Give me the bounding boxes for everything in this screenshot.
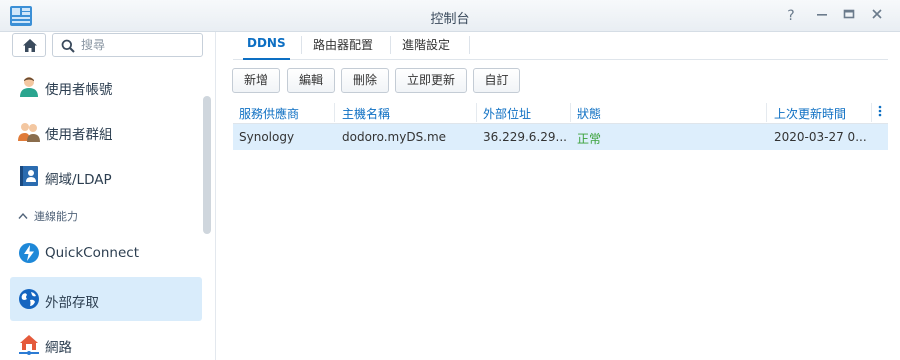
sidebar-item-label: 外部存取 xyxy=(45,295,99,311)
sidebar-item-external-access[interactable]: 外部存取 xyxy=(10,277,202,321)
tab-divider xyxy=(469,36,470,54)
minimize-icon[interactable] xyxy=(813,7,831,25)
column-header-status[interactable]: 狀態 xyxy=(577,105,601,122)
sidebar-item-label: 網路 xyxy=(45,340,72,356)
sidebar-item-user[interactable]: 使用者帳號 xyxy=(10,64,202,108)
column-divider xyxy=(871,103,872,122)
sidebar-scrollbar[interactable] xyxy=(203,96,211,234)
column-divider xyxy=(334,103,335,122)
table-header: 服務供應商 主機名稱 外部位址 狀態 上次更新時間 xyxy=(233,101,888,124)
home-button[interactable] xyxy=(12,33,46,57)
add-button[interactable]: 新增 xyxy=(232,68,280,93)
maximize-icon[interactable] xyxy=(840,7,858,25)
column-divider xyxy=(570,103,571,122)
customize-button[interactable]: 自訂 xyxy=(473,68,520,93)
ddns-table: 服務供應商 主機名稱 外部位址 狀態 上次更新時間 Synology dodor… xyxy=(233,101,888,150)
column-header-hostname[interactable]: 主機名稱 xyxy=(342,105,390,122)
quickconnect-icon xyxy=(19,243,39,263)
table-row[interactable]: Synology dodoro.myDS.me 36.229.6.29... 正… xyxy=(233,124,888,150)
network-icon xyxy=(19,335,39,355)
title-bar: 控制台 ? xyxy=(0,0,900,32)
sidebar-group-connectivity[interactable]: 連線能力 xyxy=(18,208,78,224)
sidebar: 使用者帳號 使用者群組 網域/LDAP 連線能力 QuickConnect xyxy=(0,32,216,360)
tab-bar: DDNS 路由器配置 進階設定 xyxy=(233,32,888,60)
tab-divider xyxy=(301,36,302,54)
column-header-last-updated[interactable]: 上次更新時間 xyxy=(774,105,846,122)
sidebar-item-network[interactable]: 網路 xyxy=(10,322,202,360)
main-panel: DDNS 路由器配置 進階設定 新增 編輯 刪除 立即更新 自訂 服務供應商 主… xyxy=(217,32,900,360)
globe-icon xyxy=(19,289,39,309)
delete-button[interactable]: 刪除 xyxy=(341,68,389,93)
tab-advanced[interactable]: 進階設定 xyxy=(398,36,454,60)
update-now-button[interactable]: 立即更新 xyxy=(395,68,467,93)
sidebar-item-label: QuickConnect xyxy=(45,245,139,261)
cell-hostname: dodoro.myDS.me xyxy=(342,130,447,144)
home-icon xyxy=(23,39,37,52)
search-input[interactable] xyxy=(81,37,196,53)
column-divider xyxy=(476,103,477,122)
column-menu-icon[interactable] xyxy=(878,104,882,121)
close-icon[interactable] xyxy=(868,7,886,25)
column-divider xyxy=(766,103,767,122)
sidebar-item-label: 使用者群組 xyxy=(45,127,113,143)
sidebar-group-label: 連線能力 xyxy=(34,210,78,223)
column-header-provider[interactable]: 服務供應商 xyxy=(239,105,299,122)
sidebar-item-domain-ldap[interactable]: 網域/LDAP xyxy=(10,154,202,198)
tab-ddns[interactable]: DDNS xyxy=(243,36,290,60)
sidebar-item-quickconnect[interactable]: QuickConnect xyxy=(10,231,202,275)
column-header-external-address[interactable]: 外部位址 xyxy=(483,105,531,122)
window-title: 控制台 xyxy=(430,12,470,27)
edit-button[interactable]: 編輯 xyxy=(287,68,335,93)
directory-icon xyxy=(20,166,38,186)
cell-status: 正常 xyxy=(577,132,602,146)
search-box[interactable] xyxy=(52,33,203,57)
search-icon xyxy=(61,39,75,53)
cell-last-updated: 2020-03-27 0... xyxy=(774,130,867,144)
chevron-up-icon xyxy=(18,210,28,223)
cell-provider: Synology xyxy=(239,130,295,144)
sidebar-item-user-group[interactable]: 使用者群組 xyxy=(10,109,202,153)
sidebar-item-label: 網域/LDAP xyxy=(45,172,112,188)
cell-external-address: 36.229.6.29... xyxy=(483,130,567,144)
help-icon[interactable]: ? xyxy=(782,7,800,25)
tab-divider xyxy=(390,36,391,54)
user-group-icon xyxy=(18,123,40,142)
sidebar-item-label: 使用者帳號 xyxy=(45,82,113,98)
user-icon xyxy=(20,77,38,97)
tab-router-config[interactable]: 路由器配置 xyxy=(309,36,377,60)
